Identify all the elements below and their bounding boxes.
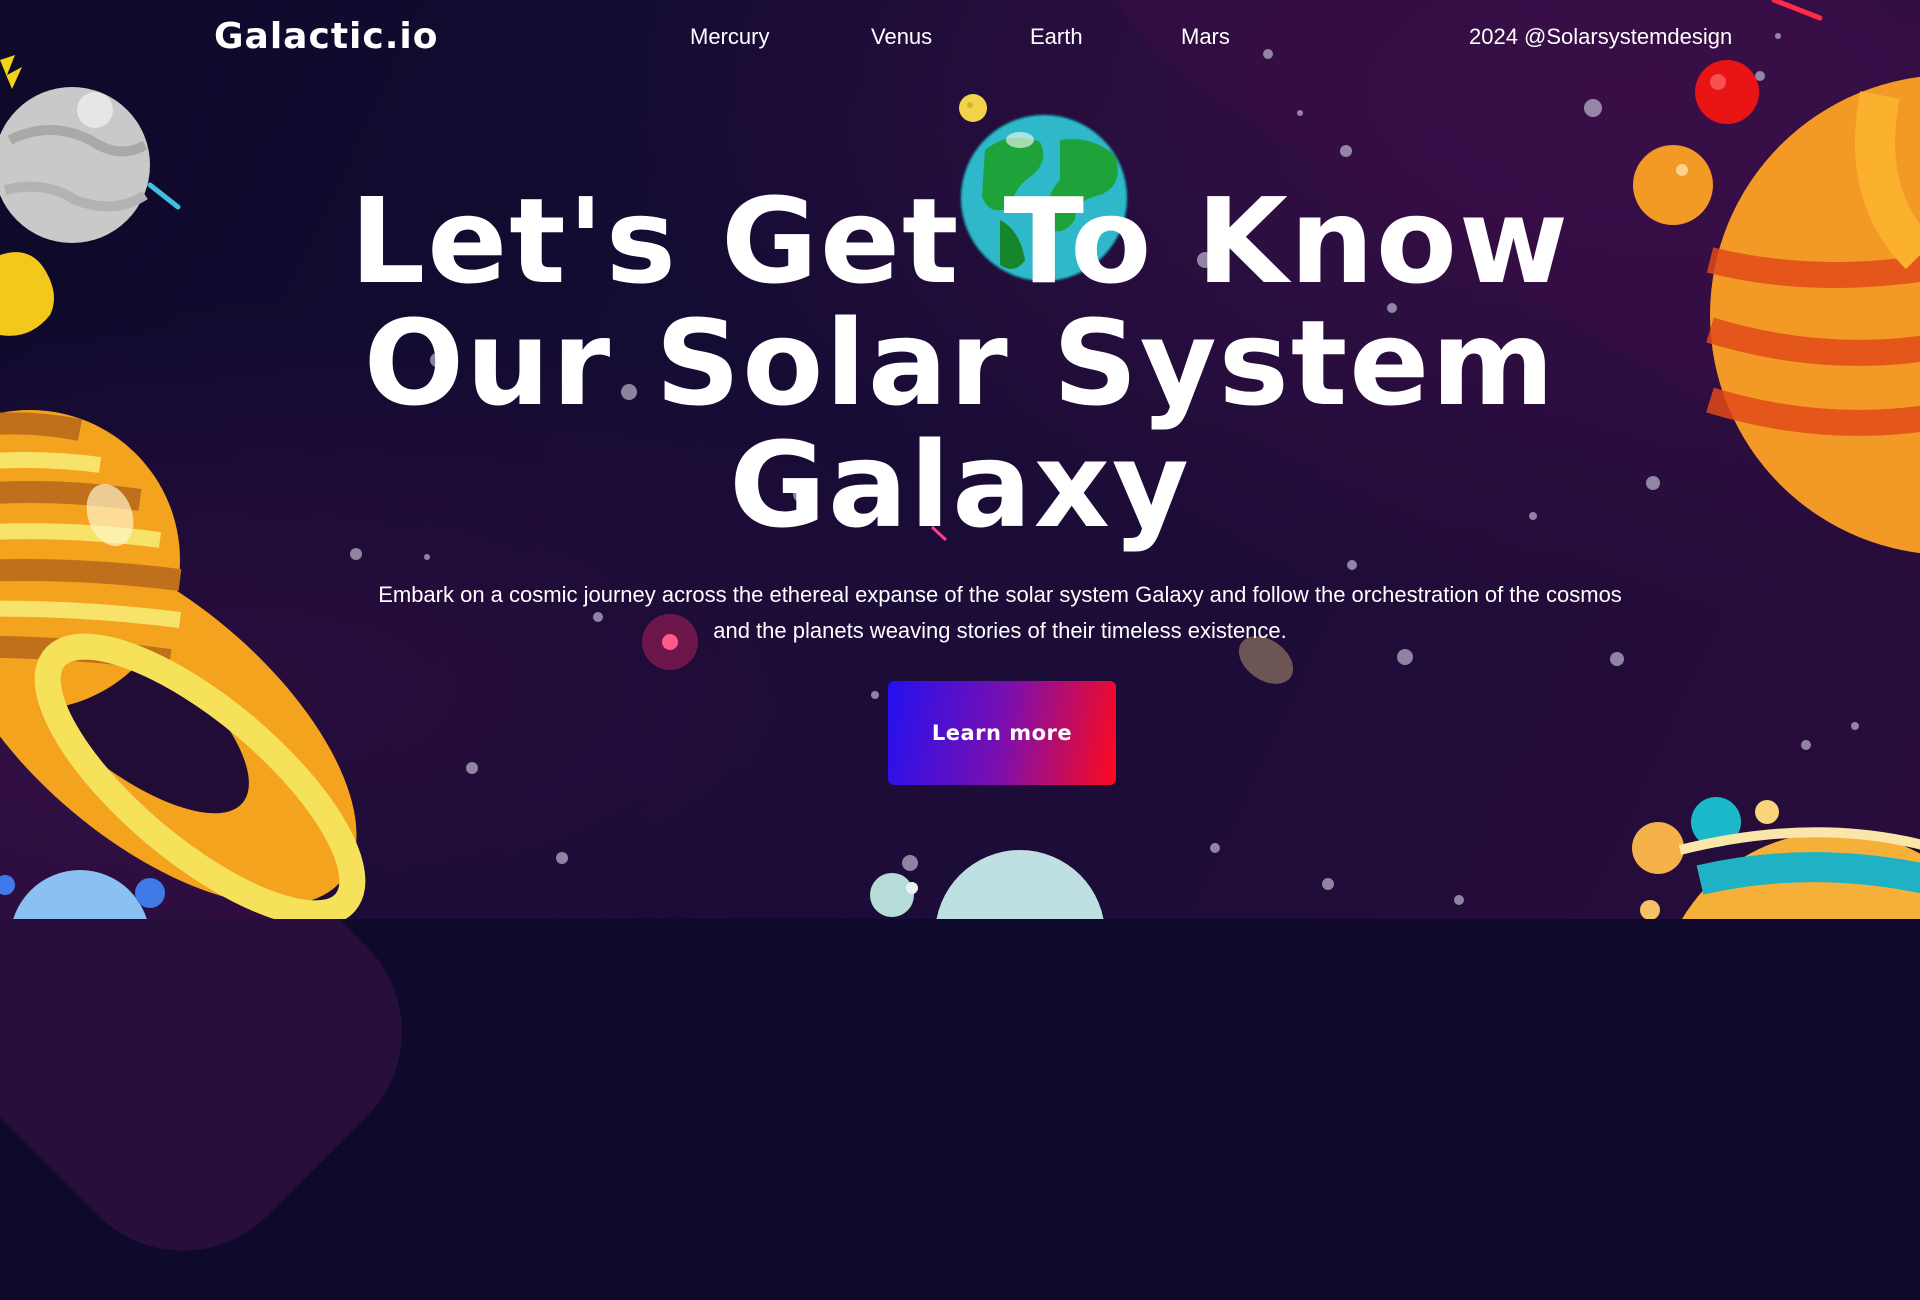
- hero-subtitle: Embark on a cosmic journey across the et…: [360, 577, 1640, 649]
- hero-title-line: Galaxy: [729, 416, 1191, 554]
- hero-title-line: Our Solar System: [363, 294, 1557, 432]
- hero-title: Let's Get To Know Our Solar System Galax…: [0, 180, 1920, 546]
- saturn-planet-bottom-icon: [1678, 827, 1920, 919]
- learn-more-button[interactable]: Learn more: [888, 681, 1116, 785]
- hero-subtitle-line: Embark on a cosmic journey across the et…: [378, 582, 1622, 607]
- hero-title-line: Let's Get To Know: [350, 172, 1570, 310]
- hero-subtitle-line: and the planets weaving stories of their…: [713, 618, 1287, 643]
